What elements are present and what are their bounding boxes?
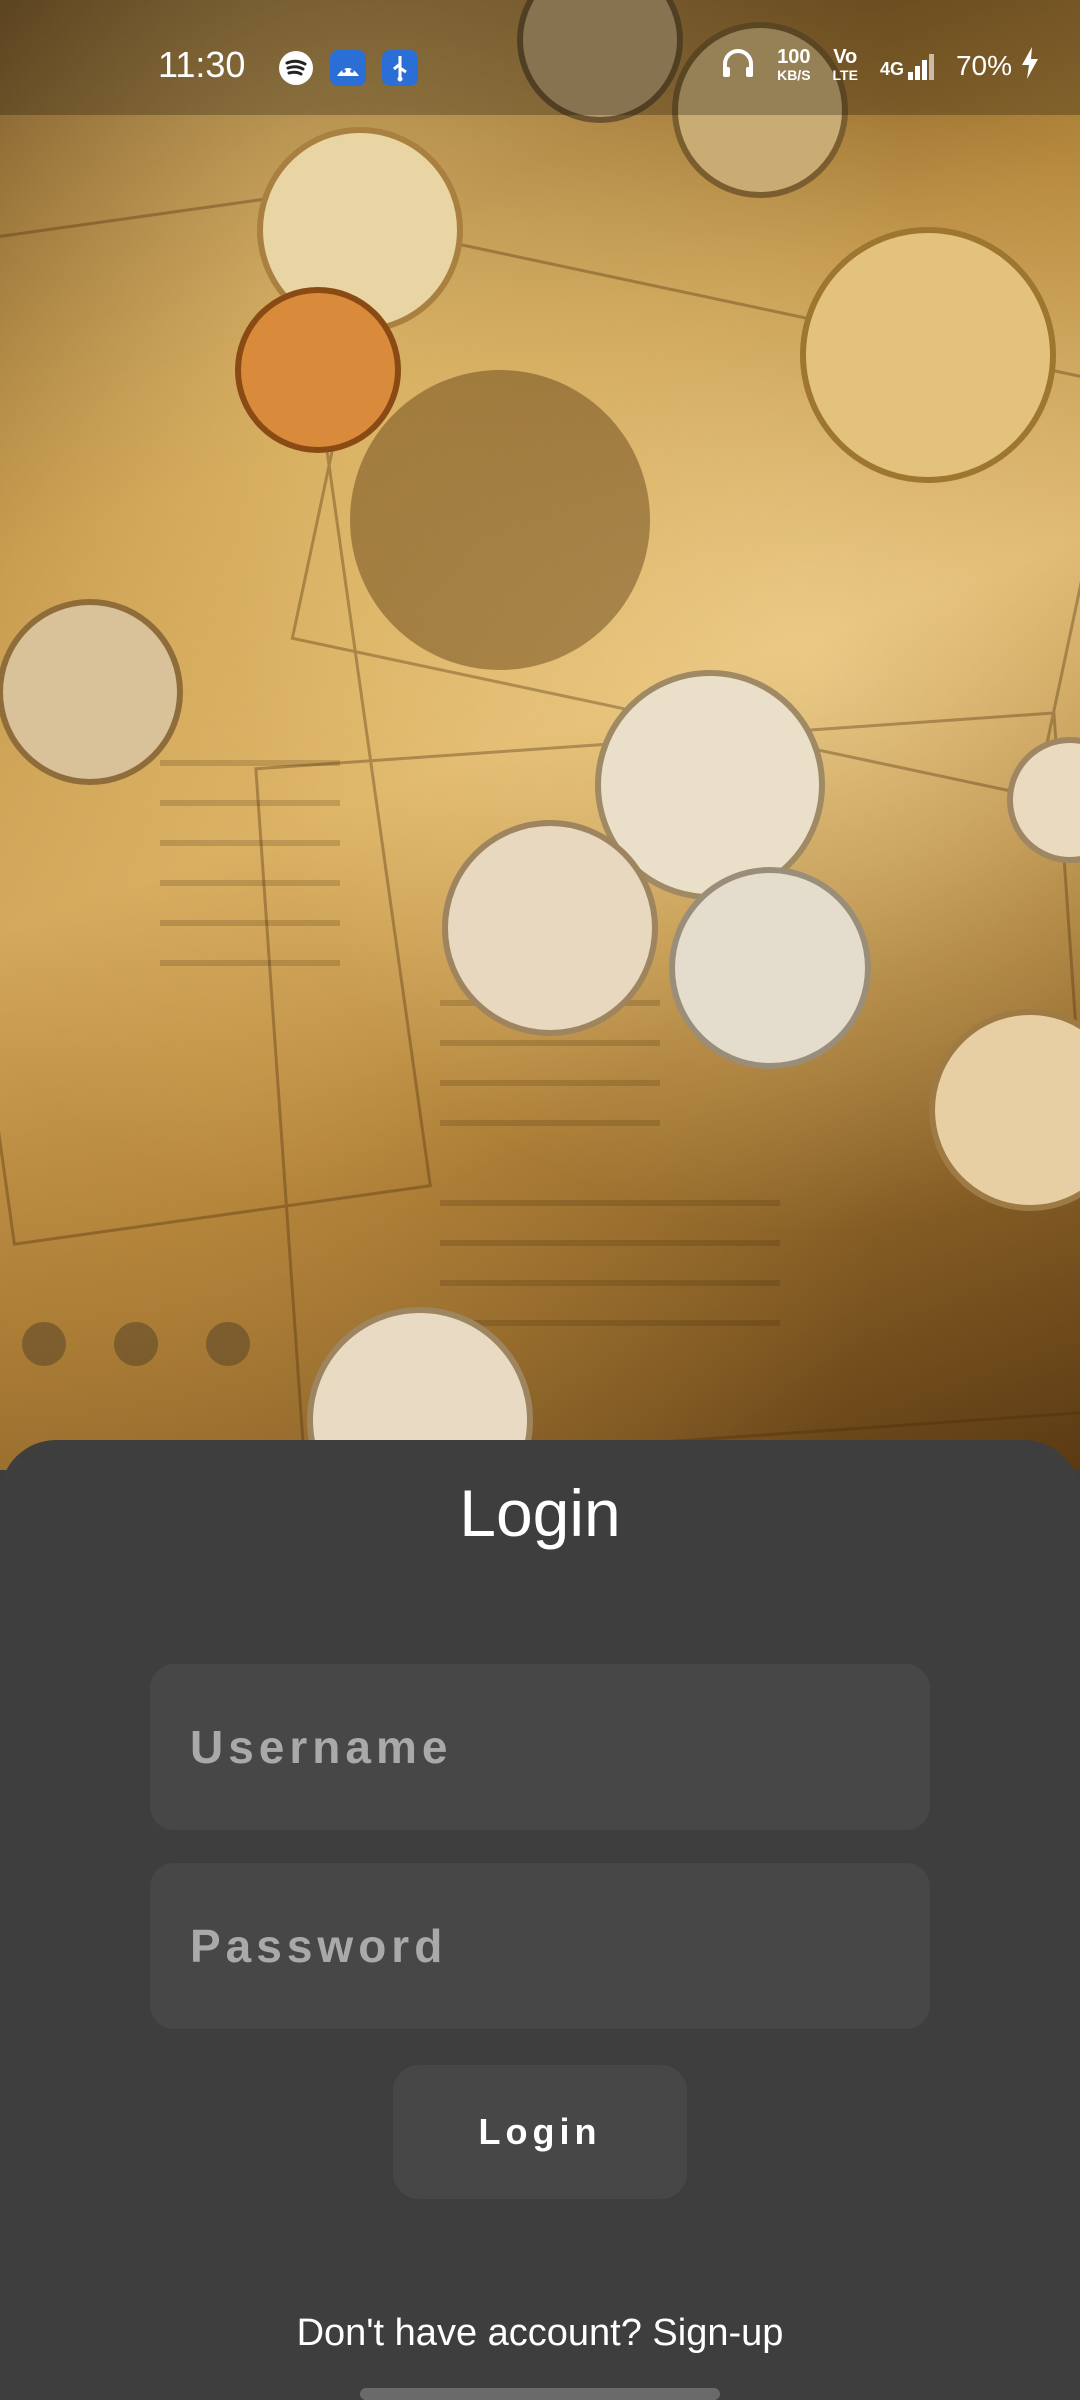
page-dot[interactable] — [22, 1322, 66, 1366]
spotify-icon — [278, 50, 314, 86]
network-speed-unit: KB/S — [777, 66, 811, 83]
home-gesture-bar[interactable] — [360, 2388, 720, 2400]
volte-indicator: Vo LTE — [832, 45, 858, 84]
charging-icon — [1020, 46, 1040, 85]
signal-icon — [907, 53, 934, 80]
status-bar: 11:30 100 KB/S Vo LTE 4G 70% — [0, 0, 1080, 115]
headphones-icon — [721, 47, 755, 84]
android-icon — [330, 50, 366, 86]
page-dot[interactable] — [114, 1322, 158, 1366]
battery-percent: 70% — [955, 49, 1012, 81]
volte-sub-label: LTE — [832, 66, 858, 83]
login-title: Login — [459, 1476, 621, 1550]
signup-link[interactable]: Don't have account? Sign-up — [0, 2312, 1080, 2355]
money-illustration — [0, 0, 1080, 1470]
notification-icons — [278, 50, 418, 86]
network-speed-value: 100 — [777, 45, 811, 68]
system-status-icons: 100 KB/S Vo LTE 4G 70% — [721, 46, 1040, 85]
background-image-money — [0, 0, 1080, 1470]
network-speed: 100 KB/S — [777, 45, 811, 84]
network-type-label: 4G — [879, 58, 904, 79]
username-input[interactable] — [188, 1719, 930, 1775]
usb-icon — [382, 50, 418, 86]
password-field-container[interactable] — [150, 1863, 930, 2029]
page-dot[interactable] — [206, 1322, 250, 1366]
login-screen: 11:30 100 KB/S Vo LTE 4G 70% Login Usern… — [0, 0, 1080, 2400]
password-input[interactable] — [188, 1918, 930, 1974]
login-button[interactable]: Login — [393, 2065, 687, 2199]
page-indicator-dots — [22, 1322, 250, 1366]
status-time: 11:30 — [158, 44, 246, 85]
username-field-container[interactable] — [150, 1664, 930, 1830]
signal-indicator: 4G — [880, 52, 934, 80]
volte-label: Vo — [833, 45, 858, 68]
